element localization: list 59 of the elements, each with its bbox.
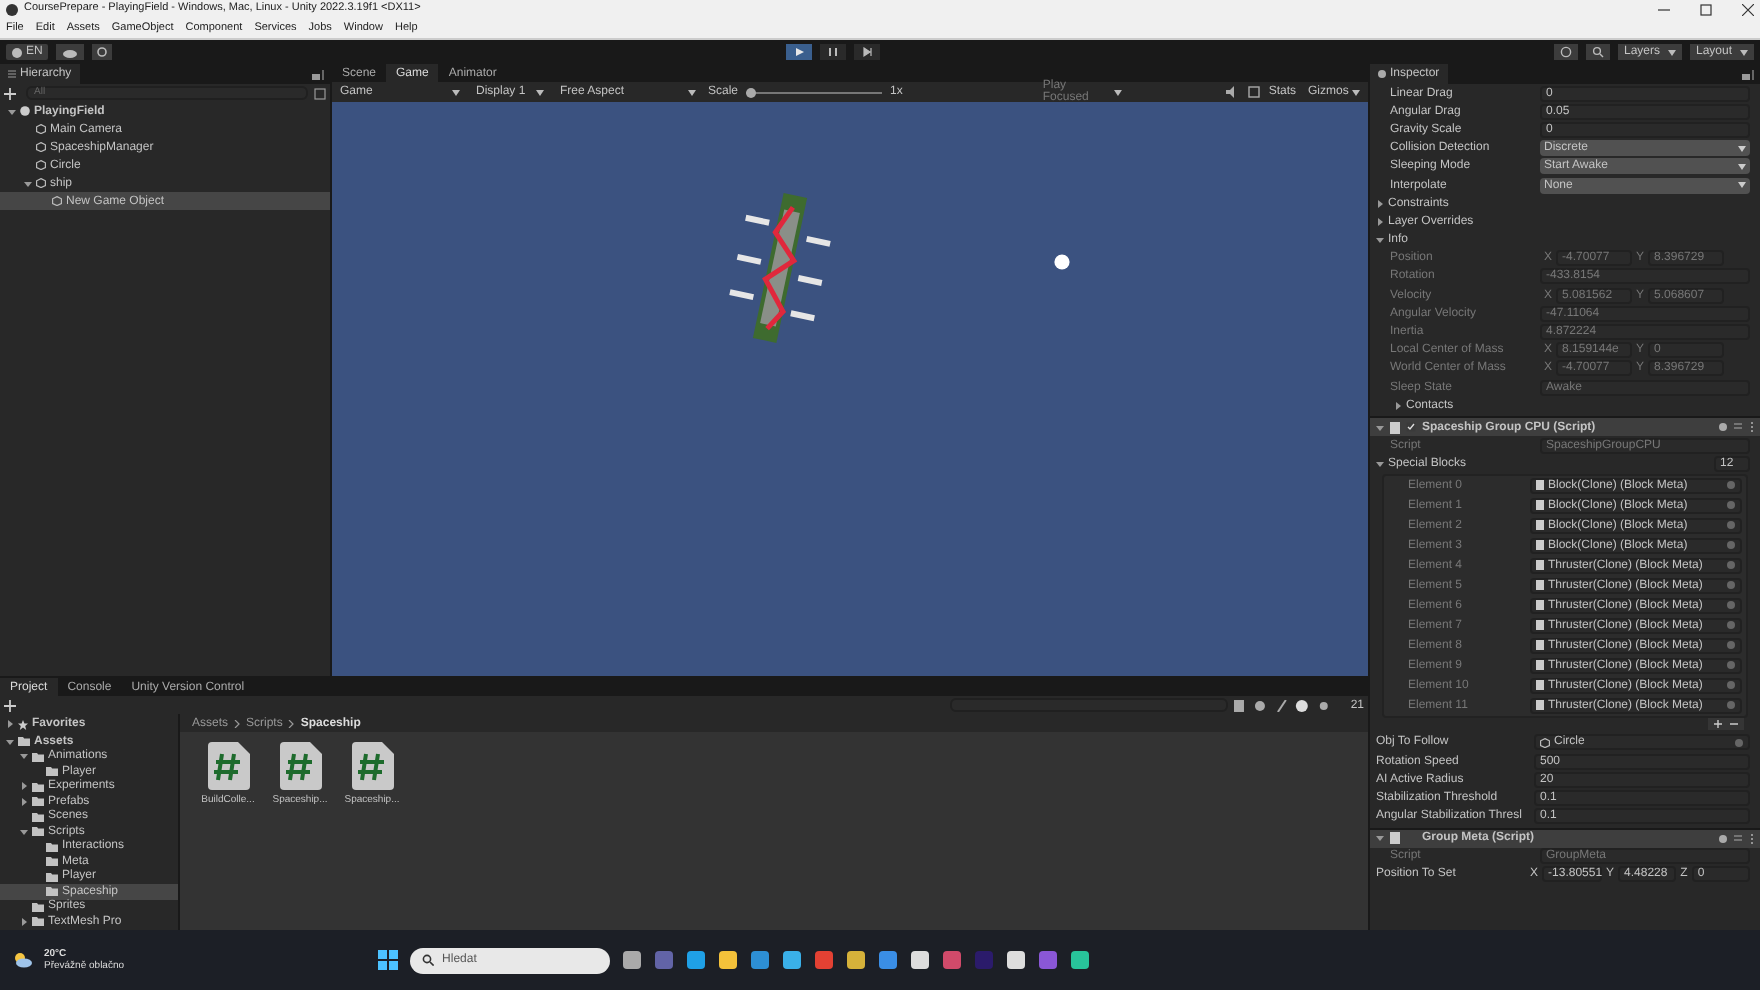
expanded-arrow-icon[interactable] bbox=[1376, 460, 1384, 469]
scene-icon[interactable] bbox=[314, 87, 326, 99]
collapsed-arrow-icon[interactable] bbox=[1394, 401, 1402, 410]
expanded-arrow-icon bbox=[1376, 834, 1384, 843]
minimize-icon[interactable] bbox=[1658, 4, 1670, 16]
collapsed-arrow-icon[interactable] bbox=[20, 797, 28, 806]
list-icon bbox=[8, 70, 16, 78]
script-file-icon[interactable] bbox=[351, 742, 393, 790]
caret-icon bbox=[1114, 89, 1123, 95]
script-icon bbox=[1390, 832, 1400, 845]
add-icon[interactable] bbox=[4, 699, 20, 711]
pause-button[interactable] bbox=[820, 44, 847, 60]
expanded-arrow-icon[interactable] bbox=[20, 827, 28, 836]
caret-icon bbox=[536, 89, 544, 95]
search-icon[interactable] bbox=[1586, 44, 1610, 60]
chevron-icon bbox=[288, 719, 295, 727]
history-icon[interactable] bbox=[1554, 44, 1578, 60]
star-icon bbox=[18, 719, 28, 729]
caret-icon bbox=[688, 89, 696, 95]
collapsed-arrow-icon[interactable] bbox=[1376, 217, 1384, 226]
script-file-icon[interactable] bbox=[207, 742, 249, 790]
caret-icon bbox=[1740, 49, 1748, 55]
collapsed-arrow-icon[interactable] bbox=[1376, 199, 1384, 208]
expanded-arrow-icon[interactable] bbox=[24, 179, 32, 187]
checked-checkbox-icon[interactable] bbox=[1406, 422, 1416, 433]
slider-thumb[interactable] bbox=[746, 87, 757, 97]
collapsed-arrow-icon[interactable] bbox=[6, 720, 14, 728]
cloud-icon[interactable] bbox=[56, 44, 85, 60]
component-menu-icon[interactable] bbox=[1718, 422, 1754, 433]
component-menu-icon[interactable] bbox=[1718, 833, 1754, 844]
script-file-icon[interactable] bbox=[279, 742, 321, 790]
add-icon[interactable] bbox=[4, 87, 20, 99]
search-icon bbox=[422, 954, 435, 966]
stats-icon[interactable] bbox=[1248, 86, 1261, 98]
caret-icon bbox=[1738, 145, 1746, 152]
weather-icon bbox=[12, 952, 32, 968]
caret-icon bbox=[1668, 49, 1676, 55]
caret-icon bbox=[1352, 89, 1360, 95]
caret-icon bbox=[452, 89, 460, 95]
gear-icon[interactable] bbox=[92, 44, 113, 60]
expanded-arrow-icon[interactable] bbox=[6, 737, 14, 746]
circle-drawing bbox=[1054, 254, 1070, 270]
collapsed-arrow-icon[interactable] bbox=[20, 782, 28, 791]
script-icon bbox=[1390, 421, 1400, 434]
target-icon[interactable] bbox=[1734, 737, 1744, 748]
maximize-icon[interactable] bbox=[1700, 4, 1712, 16]
chevron-icon bbox=[234, 719, 241, 727]
close-icon[interactable] bbox=[1742, 4, 1754, 16]
caret-icon bbox=[1738, 182, 1746, 189]
expanded-arrow-icon[interactable] bbox=[8, 107, 16, 115]
expanded-arrow-icon bbox=[1376, 423, 1384, 432]
collapsed-arrow-icon[interactable] bbox=[20, 917, 28, 926]
caret-icon bbox=[1738, 163, 1746, 170]
play-button[interactable] bbox=[786, 44, 813, 60]
windows-start-icon[interactable] bbox=[378, 950, 399, 970]
step-button[interactable] bbox=[854, 44, 881, 60]
expanded-arrow-icon[interactable] bbox=[1376, 236, 1384, 245]
user-icon bbox=[12, 47, 22, 57]
expanded-arrow-icon[interactable] bbox=[20, 752, 28, 761]
